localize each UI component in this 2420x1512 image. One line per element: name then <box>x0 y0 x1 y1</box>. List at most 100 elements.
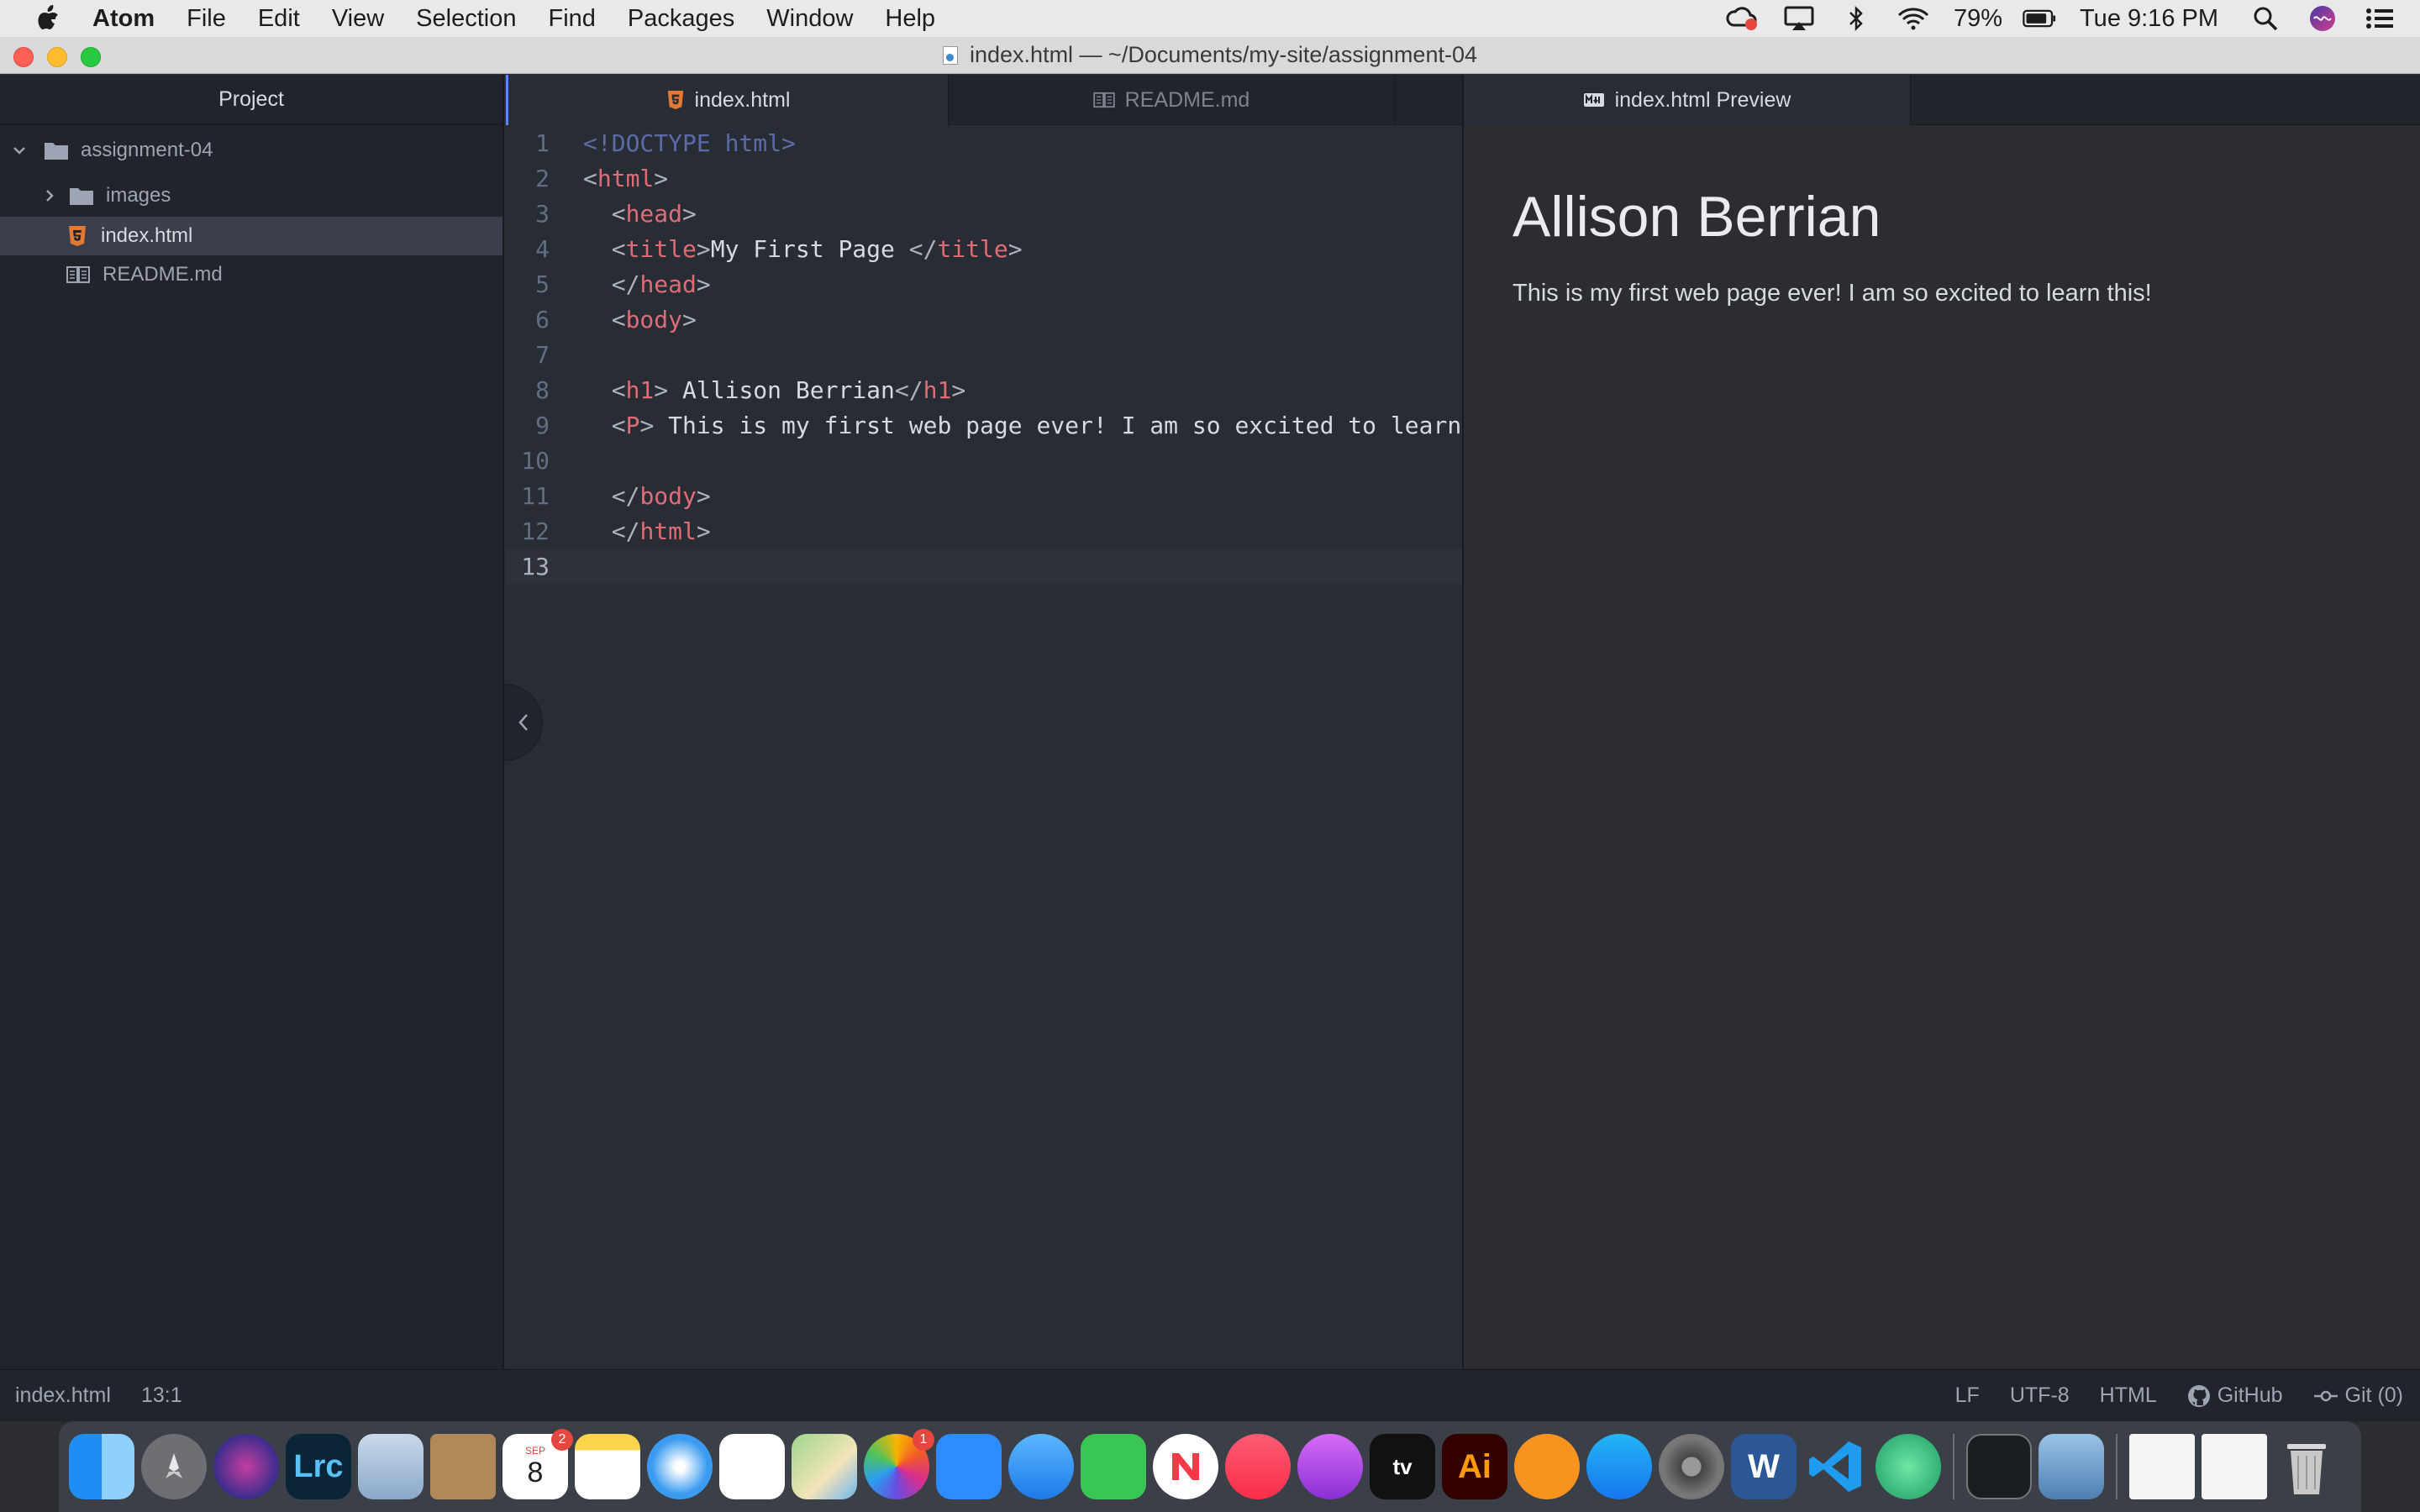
tab-preview[interactable]: index.html Preview <box>1464 75 1911 125</box>
siri-icon[interactable] <box>2306 5 2339 32</box>
dock-illustrator-icon[interactable]: Ai <box>1442 1434 1507 1499</box>
book-icon <box>66 266 90 283</box>
dock-maps-icon[interactable] <box>792 1434 857 1499</box>
notification-center-icon[interactable] <box>2363 5 2396 32</box>
close-window-button[interactable] <box>13 47 34 67</box>
dock-word-icon[interactable]: W <box>1731 1434 1797 1499</box>
dock-reminders-icon[interactable] <box>719 1434 785 1499</box>
battery-icon[interactable] <box>2023 5 2056 32</box>
status-github-button[interactable]: GitHub <box>2187 1383 2283 1408</box>
code-line[interactable]: 5 </head> <box>506 266 1462 302</box>
tab-index-html[interactable]: index.html <box>506 75 949 125</box>
dock-notes-icon[interactable] <box>575 1434 640 1499</box>
tree-file-readme[interactable]: README.md <box>0 255 502 294</box>
battery-percent: 79% <box>1954 4 2003 32</box>
tree-file-index-html[interactable]: index.html <box>0 217 502 255</box>
code-line[interactable]: 11 </body> <box>506 478 1462 513</box>
apple-icon[interactable] <box>35 4 60 33</box>
code-line[interactable]: 9 <P> This is my first web page ever! I … <box>506 407 1462 443</box>
dock-preview-icon[interactable] <box>2039 1434 2104 1499</box>
bluetooth-icon[interactable] <box>1839 5 1873 32</box>
chevron-right-icon[interactable] <box>40 186 59 205</box>
status-encoding[interactable]: UTF-8 <box>2010 1383 2070 1408</box>
code-editor[interactable]: 1 <!DOCTYPE html> 2 <html> 3 <head> 4 <t… <box>506 125 1462 584</box>
code-line-text: <title>My First Page </title> <box>611 234 1023 263</box>
dock-music-icon[interactable] <box>1225 1434 1291 1499</box>
line-number: 10 <box>521 446 550 475</box>
tree-header[interactable]: Project <box>0 75 502 125</box>
tab-readme[interactable]: README.md <box>949 75 1395 125</box>
chevron-left-icon <box>518 714 528 731</box>
dock-mail-icon[interactable] <box>358 1434 424 1499</box>
dock-trash-icon[interactable] <box>2274 1434 2339 1499</box>
dock-photos-icon[interactable]: 1 <box>864 1429 934 1499</box>
code-line[interactable]: 10 <box>506 443 1462 478</box>
status-github-label: GitHub <box>2217 1383 2283 1407</box>
dock-finder-icon[interactable] <box>69 1434 134 1499</box>
menu-bar: Atom File Edit View Selection Find Packa… <box>0 0 2420 37</box>
code-line[interactable]: 7 <box>506 337 1462 372</box>
menu-file[interactable]: File <box>187 5 226 33</box>
code-line-text: <body> <box>611 305 697 333</box>
dock-safari-icon[interactable] <box>647 1434 713 1499</box>
wifi-icon[interactable] <box>1897 5 1930 32</box>
status-cursor-position[interactable]: 13:1 <box>141 1383 182 1408</box>
chevron-down-icon[interactable] <box>10 141 29 160</box>
tree-folder-images[interactable]: images <box>0 176 502 215</box>
dock-downloads-stack-icon[interactable] <box>2202 1434 2267 1499</box>
dock-lightroom-icon[interactable]: Lrc <box>286 1434 351 1499</box>
dock-appletv-icon[interactable]: tv <box>1370 1434 1435 1499</box>
code-line[interactable]: 8 <h1> Allison Berrian</h1> <box>506 372 1462 407</box>
menu-selection[interactable]: Selection <box>416 5 516 33</box>
clock[interactable]: Tue 9:16 PM <box>2080 5 2218 33</box>
dock-appstore-icon[interactable] <box>1586 1434 1652 1499</box>
dock-news-icon[interactable] <box>1153 1434 1218 1499</box>
menu-view[interactable]: View <box>332 5 384 33</box>
dock-launchpad-icon[interactable] <box>141 1434 207 1499</box>
menu-packages[interactable]: Packages <box>628 5 734 33</box>
dock-system-preferences-icon[interactable] <box>1659 1434 1724 1499</box>
code-line[interactable]: 1 <!DOCTYPE html> <box>506 125 1462 160</box>
menu-window[interactable]: Window <box>766 5 853 33</box>
status-file-path[interactable]: index.html <box>15 1383 111 1408</box>
html5-file-icon <box>667 91 683 109</box>
dock-calendar-icon[interactable]: SEP 8 2 <box>502 1429 573 1499</box>
code-line[interactable]: 3 <head> <box>506 196 1462 231</box>
menu-help[interactable]: Help <box>885 5 935 33</box>
tree-root-folder[interactable]: assignment-04 <box>0 131 502 170</box>
dock-messages-icon[interactable] <box>1008 1434 1074 1499</box>
dock-vscode-icon[interactable] <box>1803 1434 1869 1499</box>
line-number: 3 <box>535 199 550 228</box>
status-git-button[interactable]: Git (0) <box>2313 1383 2403 1408</box>
code-line-cursor[interactable]: 13 <box>506 549 1462 584</box>
code-line[interactable]: 4 <title>My First Page </title> <box>506 231 1462 266</box>
minimize-window-button[interactable] <box>47 47 67 67</box>
dock-facetime-icon[interactable] <box>1081 1434 1146 1499</box>
folder-icon <box>70 188 93 205</box>
dock-activity-monitor-icon[interactable] <box>1966 1434 2032 1499</box>
menu-find[interactable]: Find <box>548 5 595 33</box>
dock-siri-icon[interactable] <box>213 1434 279 1499</box>
code-line[interactable]: 6 <body> <box>506 302 1462 337</box>
menu-app-atom[interactable]: Atom <box>92 5 155 33</box>
code-line[interactable]: 2 <html> <box>506 160 1462 196</box>
dock-zoom-icon[interactable] <box>936 1434 1002 1499</box>
dock-books-icon[interactable] <box>1514 1434 1580 1499</box>
editor-tab-bar: index.html README.md <box>506 75 1462 125</box>
status-line-ending[interactable]: LF <box>1955 1383 1980 1408</box>
airplay-icon[interactable] <box>1782 5 1816 32</box>
code-line[interactable]: 12 </html> <box>506 513 1462 549</box>
creative-cloud-icon[interactable] <box>1725 5 1759 32</box>
dock-atom-icon[interactable] <box>1876 1434 1941 1499</box>
markdown-icon <box>1583 93 1604 107</box>
dock-document-stack-icon[interactable] <box>2129 1434 2195 1499</box>
zoom-window-button[interactable] <box>81 47 101 67</box>
line-number: 1 <box>535 129 550 157</box>
spotlight-icon[interactable] <box>2249 5 2282 32</box>
dock-podcasts-icon[interactable] <box>1297 1434 1363 1499</box>
menu-edit[interactable]: Edit <box>258 5 300 33</box>
status-grammar[interactable]: HTML <box>2100 1383 2157 1408</box>
calendar-month: SEP <box>524 1444 545 1457</box>
dock-contacts-icon[interactable] <box>430 1434 496 1499</box>
code-line-text: <head> <box>611 199 697 228</box>
